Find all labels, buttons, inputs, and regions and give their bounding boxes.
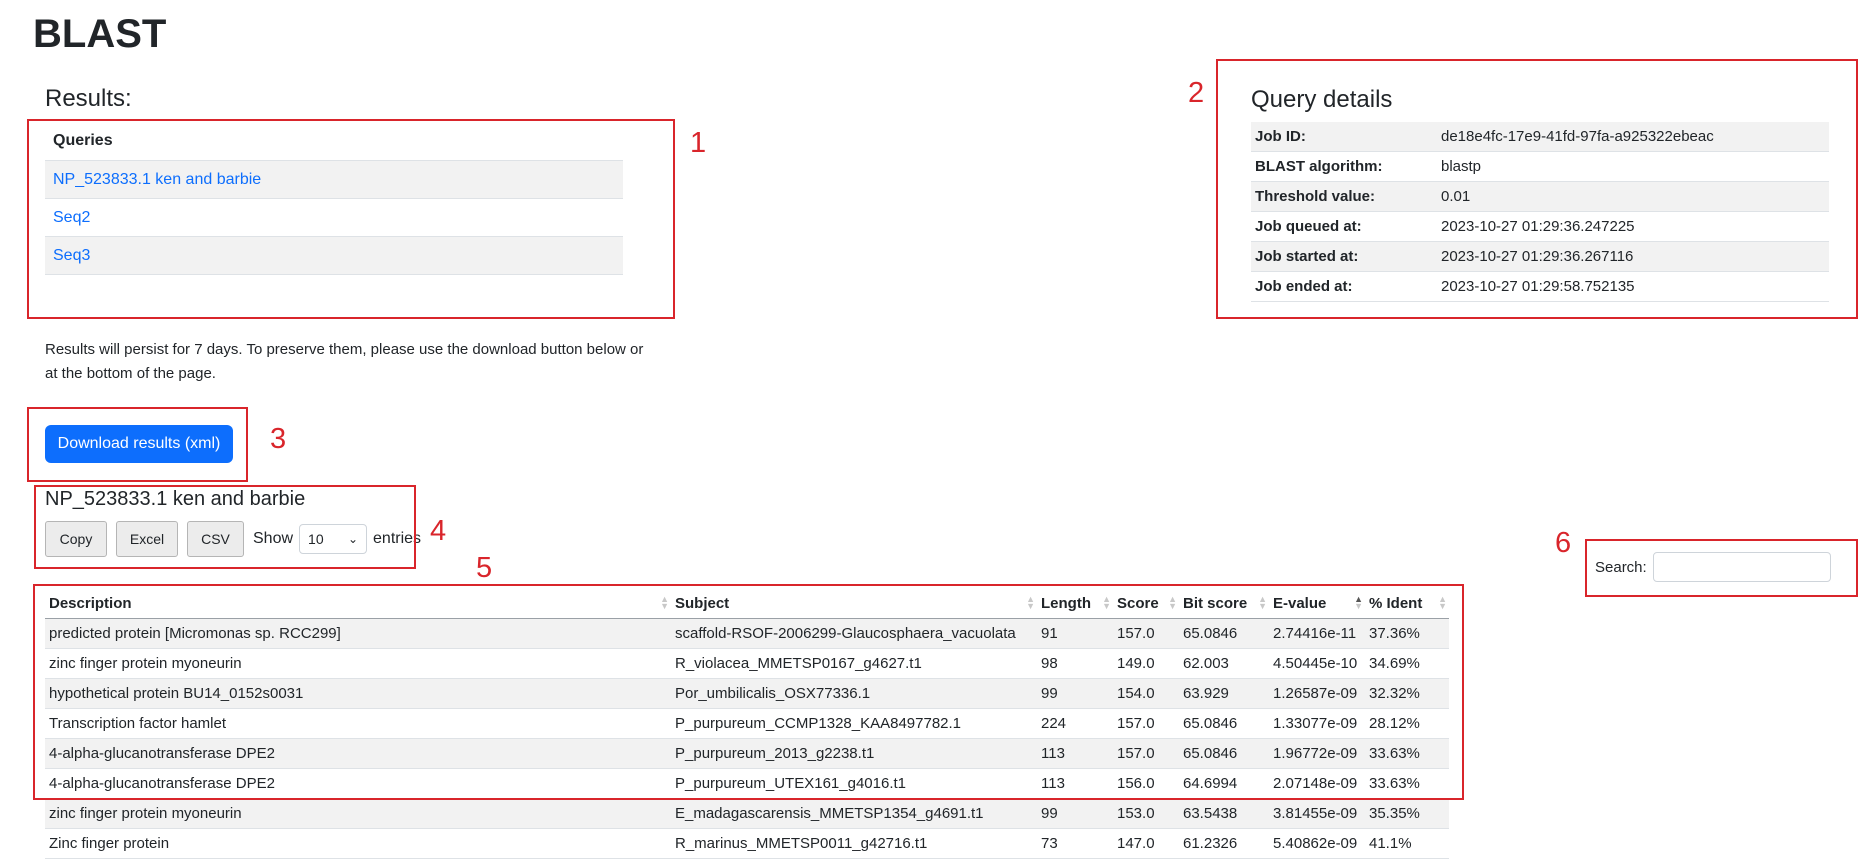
persist-note: Results will persist for 7 days. To pres… [45, 341, 644, 382]
table-cell: 73 [1037, 828, 1113, 859]
table-cell: 5.40862e-09 [1269, 828, 1365, 859]
annotation-box-5 [33, 584, 1464, 800]
table-cell: 63.5438 [1179, 798, 1269, 829]
table-cell: 61.2326 [1179, 828, 1269, 859]
annotation-label-5: 5 [476, 552, 493, 584]
table-cell: zinc finger protein myoneurin [45, 798, 671, 829]
page-title: BLAST [33, 12, 167, 56]
table-row: zinc finger protein myoneurin E_madagasca… [45, 798, 1449, 829]
annotation-label-3: 3 [270, 423, 287, 455]
table-cell: E_madagascarensis_MMETSP1354_g4691.t1 [671, 798, 1037, 829]
table-row: Zinc finger protein R_marinus_MMETSP0011_… [45, 828, 1449, 859]
annotation-label-4: 4 [430, 515, 447, 547]
annotation-label-1: 1 [690, 127, 707, 159]
table-cell: 35.35% [1365, 798, 1449, 829]
annotation-box-1 [27, 119, 675, 319]
table-cell: Zinc finger protein [45, 828, 671, 859]
table-cell: 99 [1037, 798, 1113, 829]
annotation-box-3 [27, 407, 248, 482]
annotation-label-2: 2 [1188, 77, 1205, 109]
annotation-box-4 [34, 485, 416, 569]
results-heading: Results: [45, 85, 132, 112]
annotation-label-6: 6 [1555, 527, 1572, 559]
table-cell: 3.81455e-09 [1269, 798, 1365, 829]
annotation-box-6 [1585, 539, 1858, 597]
table-cell: 41.1% [1365, 828, 1449, 859]
table-cell: R_marinus_MMETSP0011_g42716.t1 [671, 828, 1037, 859]
table-cell: 153.0 [1113, 798, 1179, 829]
annotation-box-2 [1216, 59, 1858, 319]
table-cell: 147.0 [1113, 828, 1179, 859]
